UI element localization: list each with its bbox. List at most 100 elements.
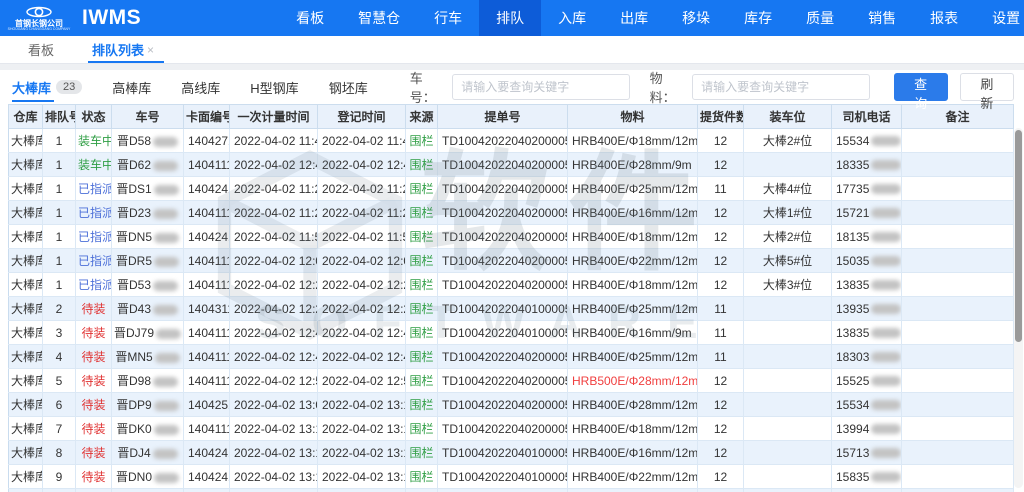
warehouse-tab-label: 钢坯库 (329, 78, 368, 97)
main-nav: 看板智慧仓行车排队入库出库移垛库存质量销售报表设置 (279, 0, 1024, 36)
scrollbar-thumb[interactable] (1015, 130, 1022, 342)
table-row[interactable]: 大棒库1已指派晋DS1140424192022-04-02 11:262022-… (9, 177, 1014, 201)
table-row[interactable]: 大棒库2待装晋D43140431192022-04-02 12:242022-0… (9, 297, 1014, 321)
nav-item-排队[interactable]: 排队 (479, 0, 541, 36)
redacted-phone (871, 400, 901, 410)
cell-warehouse: 大棒库 (9, 321, 43, 345)
table-row-partial (9, 489, 1014, 492)
open-tabs-bar: 看板 排队列表 × (0, 36, 1024, 64)
nav-item-行车[interactable]: 行车 (417, 0, 479, 36)
redacted-plate (153, 161, 178, 171)
top-navbar: 首钢长钢公司 SHOUGANG CHANGGANG COMPANY IWMS 看… (0, 0, 1024, 36)
cell-material: HRB400E/Φ18mm/12m (568, 225, 698, 249)
cell-weigh-time: 2022-04-02 13:15 (230, 441, 318, 465)
warehouse-tab-高线库[interactable]: 高线库 (181, 70, 220, 104)
table-row[interactable]: 大棒库9待装晋DN0140424192022-04-02 13:182022-0… (9, 465, 1014, 489)
cell-plate: 晋DP9 (112, 393, 184, 417)
nav-item-入库[interactable]: 入库 (541, 0, 603, 36)
table-row[interactable]: 大棒库8待装晋DJ4140424192022-04-02 13:152022-0… (9, 441, 1014, 465)
nav-item-销售[interactable]: 销售 (851, 0, 913, 36)
nav-item-移垛[interactable]: 移垛 (665, 0, 727, 36)
cell-qty: 12 (698, 273, 744, 297)
tab-queue-list[interactable]: 排队列表 × (92, 36, 154, 63)
tab-label: 看板 (28, 40, 54, 59)
cell-driver-phone: 17735 (832, 177, 902, 201)
cell-register-time: 2022-04-02 12:51 (318, 369, 406, 393)
cell-driver-phone: 15835 (832, 465, 902, 489)
table-row[interactable]: 大棒库1已指派晋D53140411192022-04-02 12:212022-… (9, 273, 1014, 297)
cell-material: HRB400E/Φ22mm/12m (568, 465, 698, 489)
material-filter-label: 物料： (650, 70, 685, 106)
nav-item-智慧仓[interactable]: 智慧仓 (341, 0, 417, 36)
redacted-plate (153, 137, 178, 147)
cell-driver-phone: 15721 (832, 201, 902, 225)
cell-plate: 晋D62 (112, 153, 184, 177)
nav-item-库存[interactable]: 库存 (727, 0, 789, 36)
table-row[interactable]: 大棒库1已指派晋D23140411192022-04-02 11:282022-… (9, 201, 1014, 225)
nav-item-出库[interactable]: 出库 (603, 0, 665, 36)
cell-weigh-time: 2022-04-02 11:26 (230, 177, 318, 201)
redacted-plate (153, 449, 178, 459)
cell-remark (902, 249, 1014, 273)
nav-item-设置[interactable]: 设置 (975, 0, 1024, 36)
tab-dashboard[interactable]: 看板 (28, 36, 54, 63)
cell-material: HRB400E/Φ22mm/12m (568, 249, 698, 273)
cell-warehouse: 大棒库 (9, 153, 43, 177)
warehouse-tab-H型钢库[interactable]: H型钢库 (250, 70, 298, 104)
vertical-scrollbar[interactable] (1014, 128, 1023, 488)
table-row[interactable]: 大棒库1装车中晋D62140411192022-04-02 12:462022-… (9, 153, 1014, 177)
cell-remark (902, 345, 1014, 369)
warehouse-tab-大棒库[interactable]: 大棒库23 (12, 70, 82, 104)
search-button[interactable]: 查 询 (894, 73, 948, 101)
table-row[interactable]: 大棒库3待装晋DJ79140411192022-04-02 12:412022-… (9, 321, 1014, 345)
cell-weigh-time: 2022-04-02 12:50 (230, 369, 318, 393)
cell-card-no: 14041119 (184, 249, 230, 273)
cell-queue-no: 3 (43, 321, 76, 345)
col-weigh-time: 一次计量时间 (230, 105, 318, 129)
table-row[interactable]: 大棒库4待装晋MN5140411192022-04-02 12:492022-0… (9, 345, 1014, 369)
cell-remark (902, 273, 1014, 297)
cell-plate: 晋D58 (112, 129, 184, 153)
warehouse-tabs: 大棒库23 高棒库高线库 H型钢库 钢坯库 (12, 70, 398, 104)
app-title: IWMS (82, 6, 141, 30)
table-row[interactable]: 大棒库5待装晋D98140411192022-04-02 12:502022-0… (9, 369, 1014, 393)
redacted-phone (871, 160, 901, 170)
cell-warehouse: 大棒库 (9, 369, 43, 393)
cell-empty (230, 489, 318, 492)
table-row[interactable]: 大棒库6待装晋DP9140425192022-04-02 13:092022-0… (9, 393, 1014, 417)
cell-status: 待装 (76, 345, 112, 369)
warehouse-tab-钢坯库[interactable]: 钢坯库 (329, 70, 368, 104)
table-row[interactable]: 大棒库1装车中晋D58140427192022-04-02 11:432022-… (9, 129, 1014, 153)
cell-qty: 12 (698, 417, 744, 441)
material-search-input[interactable] (692, 74, 869, 100)
col-queue-no: 排队号 (43, 105, 76, 129)
cell-remark (902, 153, 1014, 177)
cell-empty (43, 489, 76, 492)
cell-dock (744, 153, 832, 177)
cell-card-no: 14042719 (184, 129, 230, 153)
cell-warehouse: 大棒库 (9, 441, 43, 465)
warehouse-tab-高棒库[interactable]: 高棒库 (112, 70, 151, 104)
table-row[interactable]: 大棒库7待装晋DK0140411192022-04-02 13:112022-0… (9, 417, 1014, 441)
nav-item-报表[interactable]: 报表 (913, 0, 975, 36)
table-row[interactable]: 大棒库1已指派晋DR5140411192022-04-02 12:022022-… (9, 249, 1014, 273)
nav-item-质量[interactable]: 质量 (789, 0, 851, 36)
table-row[interactable]: 大棒库1已指派晋DN5140424192022-04-02 11:532022-… (9, 225, 1014, 249)
cell-card-no: 14041119 (184, 321, 230, 345)
cell-plate: 晋DN0 (112, 465, 184, 489)
cell-queue-no: 1 (43, 225, 76, 249)
cell-warehouse: 大棒库 (9, 345, 43, 369)
cell-plate: 晋DR5 (112, 249, 184, 273)
close-icon[interactable]: × (147, 43, 154, 57)
cell-weigh-time: 2022-04-02 13:11 (230, 417, 318, 441)
refresh-button[interactable]: 刷 新 (960, 73, 1014, 101)
nav-item-看板[interactable]: 看板 (279, 0, 341, 36)
vehicle-search-input[interactable] (452, 74, 629, 100)
cell-driver-phone: 18303 (832, 345, 902, 369)
redacted-phone (871, 184, 901, 194)
col-material: 物料 (568, 105, 698, 129)
redacted-plate (154, 425, 179, 435)
cell-status: 待装 (76, 417, 112, 441)
cell-plate: 晋D23 (112, 201, 184, 225)
cell-dock (744, 441, 832, 465)
